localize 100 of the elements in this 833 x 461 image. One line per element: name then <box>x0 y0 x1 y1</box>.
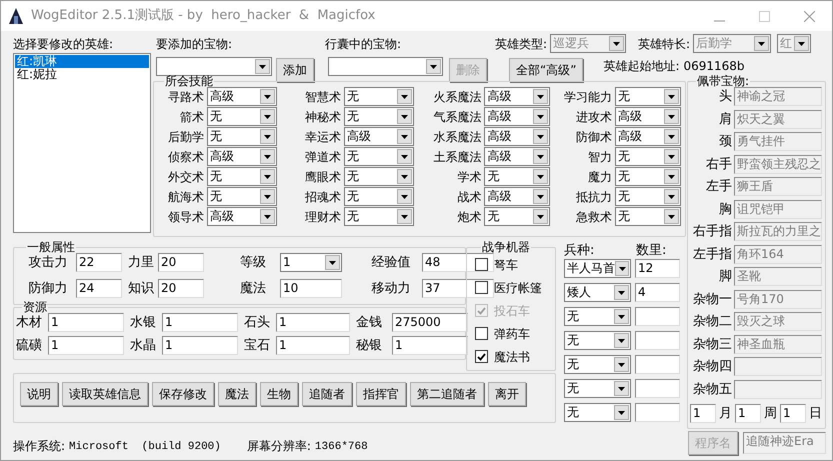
input-field[interactable]: 1 <box>162 313 238 332</box>
dropdown[interactable]: 高级 <box>484 127 550 146</box>
dropdown[interactable] <box>328 57 443 76</box>
input-field[interactable]: 12 <box>635 259 680 278</box>
dropdown[interactable]: 矮人 <box>564 283 631 302</box>
checkbox[interactable] <box>475 327 488 340</box>
dropdown[interactable]: 无 <box>207 107 277 126</box>
dropdown[interactable]: 无 <box>484 207 550 226</box>
dropdown[interactable]: 无 <box>344 207 414 226</box>
button[interactable]: 指挥官 <box>356 382 406 406</box>
artifact-field[interactable]: 角环164 <box>734 244 822 264</box>
input-field[interactable]: 1 <box>276 313 350 332</box>
input-field[interactable]: 1 <box>780 404 806 424</box>
artifact-field[interactable]: 狮王盾 <box>734 177 822 196</box>
dropdown[interactable]: 高级 <box>484 187 550 206</box>
artifact-field[interactable] <box>734 380 822 399</box>
dropdown[interactable]: 无 <box>344 187 414 206</box>
dropdown[interactable]: 无 <box>564 331 631 350</box>
button[interactable]: 第二追随者 <box>410 382 484 406</box>
dropdown[interactable]: 无 <box>615 87 681 106</box>
input-field[interactable]: 1 <box>162 336 238 355</box>
dropdown[interactable]: 半人马首 <box>564 259 631 278</box>
input-field[interactable] <box>635 403 680 422</box>
input-field[interactable]: 10 <box>280 278 342 298</box>
input-field[interactable]: 24 <box>76 278 122 298</box>
input-field[interactable]: 1 <box>48 313 124 332</box>
label: 火系魔法 <box>432 88 482 106</box>
input-field[interactable]: 1 <box>392 336 468 355</box>
input-field[interactable] <box>635 379 680 398</box>
list-item[interactable]: 红:凯琳 <box>15 55 149 68</box>
dropdown[interactable]: 无 <box>615 167 681 186</box>
dropdown[interactable]: 无 <box>564 379 631 398</box>
input-field[interactable] <box>635 307 680 326</box>
dropdown[interactable]: 无 <box>344 147 414 166</box>
artifact-field[interactable] <box>734 357 822 376</box>
input-field[interactable] <box>635 331 680 350</box>
artifact-field[interactable]: 炽天之翼 <box>734 110 822 129</box>
button[interactable]: 离开 <box>488 382 526 406</box>
dropdown[interactable]: 无 <box>564 355 631 374</box>
caret-icon <box>615 261 629 276</box>
checkbox[interactable] <box>475 350 488 363</box>
checkbox[interactable] <box>475 281 488 294</box>
dropdown[interactable]: 无 <box>207 127 277 146</box>
dropdown[interactable]: 无 <box>615 207 681 226</box>
button[interactable]: 添加 <box>276 58 314 82</box>
artifact-field[interactable]: 诅咒铠甲 <box>734 200 822 219</box>
dropdown[interactable]: 高级 <box>615 107 681 126</box>
checkbox[interactable] <box>475 258 488 271</box>
button[interactable]: 魔法 <box>218 382 256 406</box>
caret-icon <box>614 381 629 396</box>
dropdown[interactable]: 高级 <box>207 147 277 166</box>
dropdown[interactable]: 高级 <box>207 207 277 226</box>
dropdown[interactable]: 无 <box>344 87 414 106</box>
dropdown[interactable]: 无 <box>207 187 277 206</box>
label: 秘银 <box>356 336 383 354</box>
artifact-field[interactable]: 勇气挂件 <box>734 132 822 152</box>
dropdown[interactable]: 无 <box>207 167 277 186</box>
artifact-field[interactable]: 圣靴 <box>734 267 822 286</box>
button[interactable]: 保存修改 <box>152 382 214 406</box>
list-item[interactable]: 红:妮拉 <box>15 68 149 81</box>
artifact-field[interactable]: 斯拉瓦的力里之 <box>734 222 822 242</box>
dropdown[interactable]: 无 <box>344 107 414 126</box>
dropdown[interactable]: 高级 <box>484 107 550 126</box>
dropdown[interactable]: 高级 <box>207 87 277 106</box>
dropdown[interactable]: 高级 <box>344 127 414 146</box>
dropdown[interactable]: 无 <box>564 307 631 326</box>
button[interactable]: 追随者 <box>302 382 352 406</box>
dropdown[interactable]: 无 <box>344 167 414 186</box>
artifact-field[interactable]: 号角170 <box>734 290 822 309</box>
input-field[interactable]: 1 <box>690 404 716 424</box>
label: 屏幕分辨率: <box>246 438 311 455</box>
label: 学术 <box>456 168 482 186</box>
close-icon[interactable] <box>804 10 815 22</box>
button[interactable]: 全部“高级” <box>509 58 584 82</box>
input-field[interactable]: 20 <box>158 253 204 272</box>
input-field[interactable]: 1 <box>276 336 350 355</box>
input-field[interactable]: 22 <box>76 253 122 272</box>
button[interactable]: 读取英雄信息 <box>62 382 148 406</box>
label: 防御术 <box>575 128 612 146</box>
artifact-field[interactable]: 野蛮领主残忍之 <box>734 154 822 174</box>
input-field[interactable] <box>635 355 680 374</box>
dropdown[interactable]: 无 <box>484 167 550 186</box>
input-field[interactable]: 1 <box>48 336 124 355</box>
dropdown[interactable]: 高级 <box>484 147 550 166</box>
input-field[interactable]: 4 <box>635 283 680 302</box>
input-field[interactable]: 1 <box>735 404 761 424</box>
button[interactable]: 生物 <box>260 382 298 406</box>
artifact-field[interactable]: 神圣血瓶 <box>734 334 822 354</box>
artifact-field[interactable]: 神谕之冠 <box>734 87 822 106</box>
dropdown[interactable]: 无 <box>564 403 631 422</box>
input-field[interactable]: 275000 <box>392 313 468 332</box>
input-field[interactable]: 20 <box>158 278 204 298</box>
button[interactable]: 说明 <box>20 382 58 406</box>
dropdown[interactable]: 1 <box>280 253 342 272</box>
dropdown[interactable]: 无 <box>615 147 681 166</box>
dropdown[interactable]: 高级 <box>484 87 550 106</box>
dropdown[interactable]: 高级 <box>615 127 681 146</box>
dropdown[interactable] <box>156 57 272 76</box>
dropdown[interactable]: 无 <box>615 187 681 206</box>
artifact-field[interactable]: 毁灭之球 <box>734 312 822 332</box>
